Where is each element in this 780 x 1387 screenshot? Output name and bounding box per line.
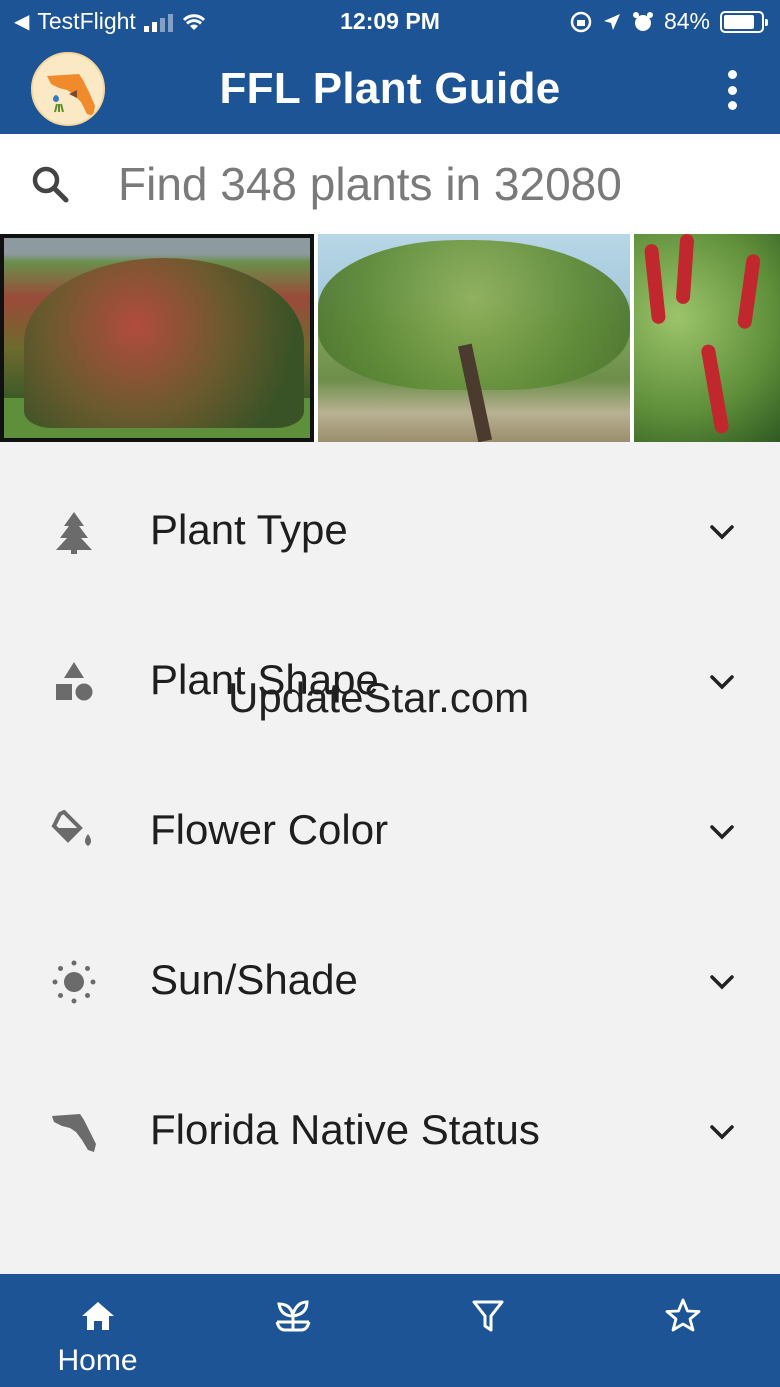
tab-filter[interactable] xyxy=(390,1274,585,1387)
battery-icon xyxy=(720,10,768,33)
app-header: FFL Plant Guide xyxy=(0,44,780,134)
florida-map-icon xyxy=(52,1114,96,1152)
more-vert-icon[interactable] xyxy=(722,70,742,110)
filter-label: Plant Shape xyxy=(150,656,379,703)
search-bar xyxy=(0,134,780,234)
filter-label: Plant Type xyxy=(150,506,348,553)
tab-plants[interactable] xyxy=(195,1274,390,1387)
filter-plant-type[interactable]: Plant Type xyxy=(0,457,780,607)
red-shrub-photo[interactable] xyxy=(0,234,314,442)
filter-flower-color[interactable]: Flower Color xyxy=(0,757,780,907)
app-title: FFL Plant Guide xyxy=(219,64,561,113)
chenille-plant-photo[interactable] xyxy=(634,234,780,442)
tab-home[interactable]: Home xyxy=(0,1274,195,1387)
chevron-down-icon xyxy=(710,825,734,840)
rotation-lock-icon xyxy=(570,11,592,32)
tree-garden-photo[interactable] xyxy=(318,234,630,442)
filter-icon xyxy=(472,1300,503,1332)
home-icon xyxy=(81,1302,114,1330)
plant-photo-gallery[interactable] xyxy=(0,234,780,442)
chevron-down-icon xyxy=(710,1125,734,1140)
filter-sun-shade[interactable]: Sun/Shade xyxy=(0,907,780,1057)
sprout-icon xyxy=(275,1300,310,1332)
tab-label: Home xyxy=(57,1344,138,1377)
tree-icon xyxy=(56,512,92,554)
sun-icon xyxy=(52,960,96,1004)
filter-label: Sun/Shade xyxy=(150,956,358,1003)
location-icon xyxy=(603,13,620,30)
star-icon xyxy=(665,1298,700,1332)
search-input[interactable] xyxy=(118,154,758,214)
status-bar: ◀ TestFlight 12:09 PM 84% xyxy=(0,0,780,44)
tab-favorites[interactable] xyxy=(585,1274,780,1387)
chevron-down-icon xyxy=(710,675,734,690)
alarm-icon xyxy=(632,11,653,31)
shapes-icon xyxy=(56,662,93,701)
filter-florida-native-status[interactable]: Florida Native Status xyxy=(0,1057,780,1207)
filter-label: Florida Native Status xyxy=(150,1106,540,1153)
filter-label: Flower Color xyxy=(150,806,389,853)
chevron-down-icon xyxy=(710,525,734,540)
battery-percent: 84% xyxy=(663,8,710,34)
search-icon xyxy=(32,166,69,203)
chevron-down-icon xyxy=(710,975,734,990)
bottom-tab-bar: Home xyxy=(0,1274,780,1387)
battery-fill xyxy=(724,14,755,29)
paint-bucket-icon xyxy=(51,810,91,846)
filter-plant-shape[interactable]: Plant Shape xyxy=(0,607,780,757)
status-right: 84% xyxy=(570,8,768,35)
